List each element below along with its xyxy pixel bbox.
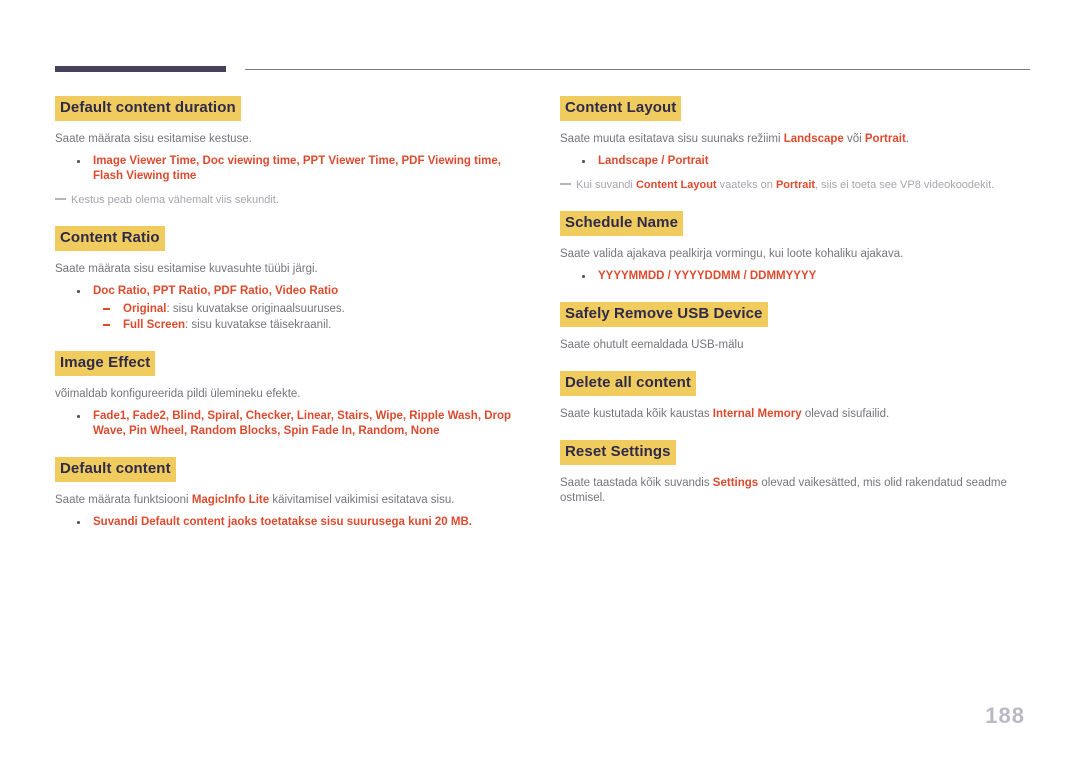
header-rule-thick: [55, 66, 226, 72]
bullet-label: Suvandi Default content jaoks toetatakse…: [93, 516, 472, 528]
bullet-list: Landscape / Portrait: [560, 154, 1035, 169]
accent-term: Content Layout: [635, 179, 717, 191]
sub-bullet-item: Full Screen: sisu kuvatakse täisekraanil…: [93, 317, 525, 333]
section-heading: Default content duration: [55, 96, 241, 121]
sub-bullet-term: Original: [123, 303, 167, 315]
right-column: Content Layout Saate muuta esitatava sis…: [560, 96, 1035, 506]
section-content-ratio: Content Ratio Saate määrata sisu esitami…: [55, 226, 525, 333]
document-page: Default content duration Saate määrata s…: [0, 0, 1080, 763]
section-body: Saate taastada kõik suvandis Settings ol…: [560, 476, 1035, 506]
body-run: Saate muuta esitatava sisu suunaks režii…: [560, 133, 784, 145]
note-text: Kui suvandi Content Layout vaateks on Po…: [576, 179, 994, 191]
accent-term: MagicInfo Lite: [191, 494, 270, 506]
section-body: Saate määrata sisu esitamise kestuse.: [55, 133, 252, 145]
section-body: Saate ohutult eemaldada USB-mälu: [560, 339, 744, 351]
note-dash-icon: [55, 198, 66, 200]
body-run: olevad sisufailid.: [801, 408, 890, 420]
bullet-label: Image Viewer Time, Doc viewing time, PPT…: [93, 155, 501, 182]
section-heading: Content Ratio: [55, 226, 165, 251]
bullet-dot-icon: [77, 415, 80, 418]
section-schedule-name: Schedule Name Saate valida ajakava pealk…: [560, 211, 1035, 284]
section-delete-all-content: Delete all content Saate kustutada kõik …: [560, 371, 1035, 422]
note-dash-icon: [560, 183, 571, 185]
body-run: Saate taastada kõik suvandis: [560, 477, 713, 489]
section-heading: Delete all content: [560, 371, 696, 396]
bullet-item: Suvandi Default content jaoks toetatakse…: [55, 515, 525, 530]
bullet-label: Landscape / Portrait: [598, 155, 709, 167]
bullet-dot-icon: [77, 290, 80, 293]
body-run: Saate kustutada kõik kaustas: [560, 408, 713, 420]
bullet-item: YYYYMMDD / YYYYDDMM / DDMMYYYY: [560, 269, 1035, 284]
body-run: , siis ei toeta see VP8 videokoodekit.: [815, 179, 995, 191]
body-run: jaoks toetatakse sisu suurusega kuni 20 …: [224, 516, 472, 528]
section-body: võimaldab konfigureerida pildi ülemineku…: [55, 388, 301, 400]
left-column: Default content duration Saate määrata s…: [55, 96, 525, 531]
bullet-label: YYYYMMDD / YYYYDDMM / DDMMYYYY: [598, 270, 817, 282]
bullet-item: Fade1, Fade2, Blind, Spiral, Checker, Li…: [55, 409, 525, 439]
bullet-dot-icon: [582, 275, 585, 278]
note-line: Kestus peab olema vähemalt viis sekundit…: [55, 193, 525, 208]
bullet-list: Doc Ratio, PPT Ratio, PDF Ratio, Video R…: [55, 284, 525, 333]
sub-bullet-list: Original: sisu kuvatakse originaalsuurus…: [93, 301, 525, 333]
section-body: Saate muuta esitatava sisu suunaks režii…: [560, 132, 1035, 147]
section-heading: Default content: [55, 457, 176, 482]
section-body: Saate valida ajakava pealkirja vormingu,…: [560, 248, 904, 260]
section-heading: Content Layout: [560, 96, 682, 121]
body-run: Saate määrata funktsiooni: [55, 494, 192, 506]
section-content-layout: Content Layout Saate muuta esitatava sis…: [560, 96, 1035, 193]
section-image-effect: Image Effect võimaldab konfigureerida pi…: [55, 351, 525, 439]
bullet-list: Image Viewer Time, Doc viewing time, PPT…: [55, 154, 525, 184]
accent-term: Portrait: [775, 179, 816, 191]
body-run: Kui suvandi: [576, 179, 636, 191]
accent-term: Landscape: [783, 133, 844, 145]
accent-term: Default content: [140, 516, 225, 528]
bullet-dot-icon: [77, 521, 80, 524]
section-heading: Safely Remove USB Device: [560, 302, 768, 327]
section-default-content-duration: Default content duration Saate määrata s…: [55, 96, 525, 208]
sub-bullet-text: : sisu kuvatakse originaalsuuruses.: [166, 303, 345, 315]
body-run: Suvandi: [93, 516, 141, 528]
accent-term: Settings: [712, 477, 759, 489]
sub-bullet-term: Full Screen: [123, 319, 185, 331]
bullet-item: Doc Ratio, PPT Ratio, PDF Ratio, Video R…: [55, 284, 525, 333]
section-heading: Reset Settings: [560, 440, 676, 465]
body-run: käivitamisel vaikimisi esitatava sisu.: [269, 494, 455, 506]
section-body: Saate määrata sisu esitamise kuvasuhte t…: [55, 263, 318, 275]
page-number: 188: [985, 703, 1025, 728]
sub-bullet-item: Original: sisu kuvatakse originaalsuurus…: [93, 301, 525, 317]
header-rule-thin: [245, 69, 1030, 70]
body-run: vaateks on: [716, 179, 776, 191]
bullet-dot-icon: [582, 160, 585, 163]
section-heading: Image Effect: [55, 351, 156, 376]
sub-bullet-dash-icon: [103, 308, 110, 310]
note-text: Kestus peab olema vähemalt viis sekundit…: [71, 194, 279, 206]
bullet-item: Landscape / Portrait: [560, 154, 1035, 169]
sub-bullet-dash-icon: [103, 324, 110, 326]
section-body: Saate määrata funktsiooni MagicInfo Lite…: [55, 493, 525, 508]
section-reset-settings: Reset Settings Saate taastada kõik suvan…: [560, 440, 1035, 506]
bullet-dot-icon: [77, 160, 80, 163]
body-run: või: [843, 133, 865, 145]
section-heading: Schedule Name: [560, 211, 684, 236]
accent-term: Portrait: [864, 133, 906, 145]
bullet-label: Doc Ratio, PPT Ratio, PDF Ratio, Video R…: [93, 285, 339, 297]
note-line: Kui suvandi Content Layout vaateks on Po…: [560, 178, 1035, 193]
accent-term: Internal Memory: [712, 408, 802, 420]
body-run: .: [905, 133, 909, 145]
section-safely-remove-usb-device: Safely Remove USB Device Saate ohutult e…: [560, 302, 1035, 353]
bullet-list: Fade1, Fade2, Blind, Spiral, Checker, Li…: [55, 409, 525, 439]
section-body: Saate kustutada kõik kaustas Internal Me…: [560, 407, 1035, 422]
section-default-content: Default content Saate määrata funktsioon…: [55, 457, 525, 530]
sub-bullet-text: : sisu kuvatakse täisekraanil.: [185, 319, 332, 331]
header-rule-group: [55, 66, 1030, 76]
bullet-list: Suvandi Default content jaoks toetatakse…: [55, 515, 525, 530]
bullet-label: Fade1, Fade2, Blind, Spiral, Checker, Li…: [93, 410, 512, 437]
bullet-list: YYYYMMDD / YYYYDDMM / DDMMYYYY: [560, 269, 1035, 284]
bullet-item: Image Viewer Time, Doc viewing time, PPT…: [55, 154, 525, 184]
